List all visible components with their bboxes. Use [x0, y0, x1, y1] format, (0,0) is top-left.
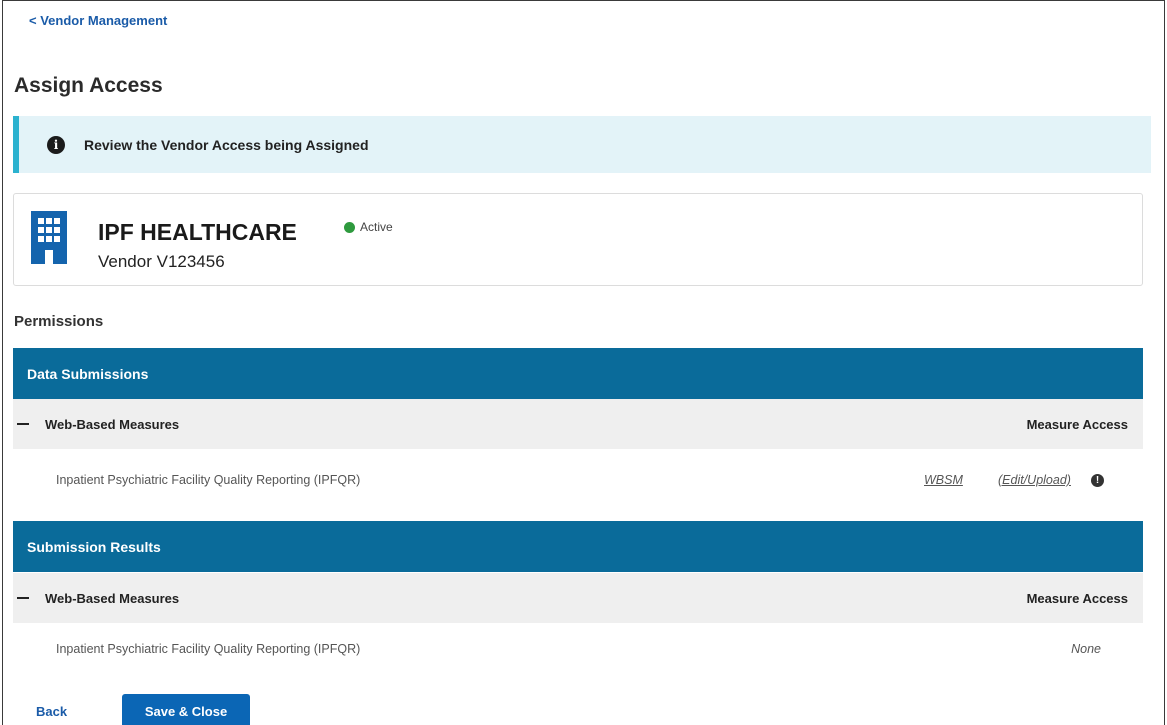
group-header-web-based-measures: Web-Based Measures Measure Access: [13, 399, 1143, 449]
measure-name: Inpatient Psychiatric Facility Quality R…: [56, 473, 361, 487]
measure-row: Inpatient Psychiatric Facility Quality R…: [13, 624, 1143, 674]
status-text: Active: [360, 220, 393, 234]
vendor-card: IPF HEALTHCARE Vendor V123456 Active: [13, 193, 1143, 286]
measure-access-header: Measure Access: [1026, 416, 1128, 432]
section-header-data-submissions: Data Submissions: [13, 348, 1143, 399]
measure-row: Inpatient Psychiatric Facility Quality R…: [13, 455, 1143, 505]
permissions-label: Permissions: [14, 313, 104, 330]
group-label: Web-Based Measures: [45, 590, 180, 606]
collapse-minus-icon[interactable]: [17, 423, 29, 425]
vendor-name: IPF HEALTHCARE: [98, 219, 297, 245]
info-circle-icon: i: [47, 135, 65, 154]
alert-message: Review the Vendor Access being Assigned: [84, 136, 369, 153]
info-tooltip-icon[interactable]: !: [1091, 473, 1104, 487]
breadcrumb-vendor-management[interactable]: < Vendor Management: [29, 13, 167, 28]
group-header-web-based-measures: Web-Based Measures Measure Access: [13, 573, 1143, 623]
back-button[interactable]: Back: [36, 704, 67, 719]
group-label: Web-Based Measures: [45, 416, 180, 432]
info-alert: i Review the Vendor Access being Assigne…: [13, 116, 1151, 173]
measure-name: Inpatient Psychiatric Facility Quality R…: [56, 642, 361, 656]
collapse-minus-icon[interactable]: [17, 597, 29, 599]
section-header-submission-results: Submission Results: [13, 521, 1143, 572]
measure-access-header: Measure Access: [1026, 590, 1128, 606]
access-edit-upload-link[interactable]: (Edit/Upload): [998, 473, 1071, 487]
save-close-button[interactable]: Save & Close: [122, 694, 250, 725]
page-title: Assign Access: [14, 74, 163, 97]
status-dot-icon: [344, 221, 355, 233]
wbsm-link[interactable]: WBSM: [924, 473, 963, 487]
status-badge: Active: [344, 220, 393, 234]
vendor-id: Vendor V123456: [98, 252, 225, 271]
access-none-value: None: [1071, 642, 1101, 656]
building-icon: [31, 211, 67, 265]
